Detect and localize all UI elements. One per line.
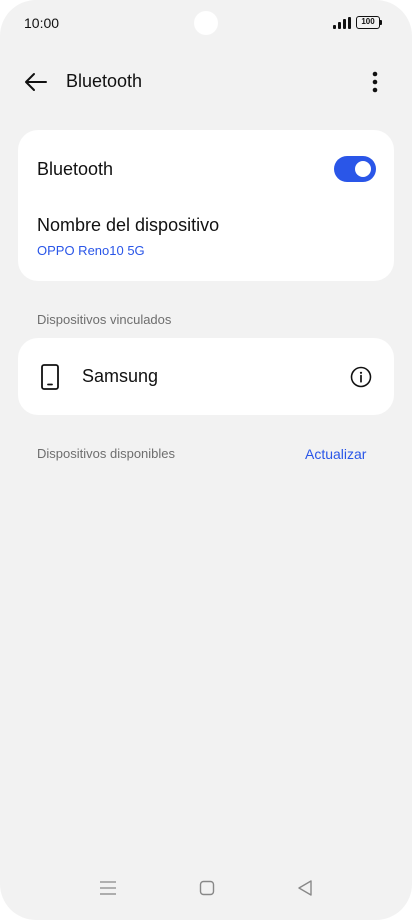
- paired-devices-heading: Dispositivos vinculados: [37, 312, 172, 327]
- navigation-bar: [0, 864, 412, 920]
- bluetooth-toggle-label: Bluetooth: [37, 159, 114, 179]
- bluetooth-settings-card: Bluetooth Nombre del dispositivo OPPO Re…: [18, 130, 394, 281]
- back-triangle-icon[interactable]: [296, 879, 314, 897]
- more-vertical-icon[interactable]: [362, 68, 388, 96]
- smartphone-icon: [41, 364, 59, 390]
- battery-icon: 100: [356, 16, 382, 29]
- menu-icon[interactable]: [99, 880, 117, 896]
- status-time: 10:00: [24, 15, 60, 31]
- paired-device-name: Samsung: [82, 366, 159, 386]
- toggle-knob: [355, 161, 371, 177]
- phone-screen: 10:00 100 Bluetooth Bluetooth Nombre del…: [0, 0, 412, 920]
- available-devices-heading: Dispositivos disponibles: [37, 446, 176, 461]
- arrow-left-icon[interactable]: [22, 68, 50, 96]
- status-bar: 10:00 100: [0, 0, 412, 48]
- device-name-label[interactable]: Nombre del dispositivo: [37, 215, 219, 236]
- home-square-icon[interactable]: [199, 880, 215, 896]
- refresh-button[interactable]: Actualizar: [305, 446, 366, 462]
- camera-cutout: [194, 11, 218, 35]
- bluetooth-toggle[interactable]: [334, 156, 376, 182]
- app-bar: Bluetooth: [0, 56, 412, 108]
- paired-device-item[interactable]: Samsung: [18, 338, 394, 415]
- page-title: Bluetooth: [66, 71, 143, 91]
- device-name-value: OPPO Reno10 5G: [37, 243, 145, 258]
- info-icon[interactable]: [350, 366, 372, 388]
- signal-icon: [333, 17, 351, 29]
